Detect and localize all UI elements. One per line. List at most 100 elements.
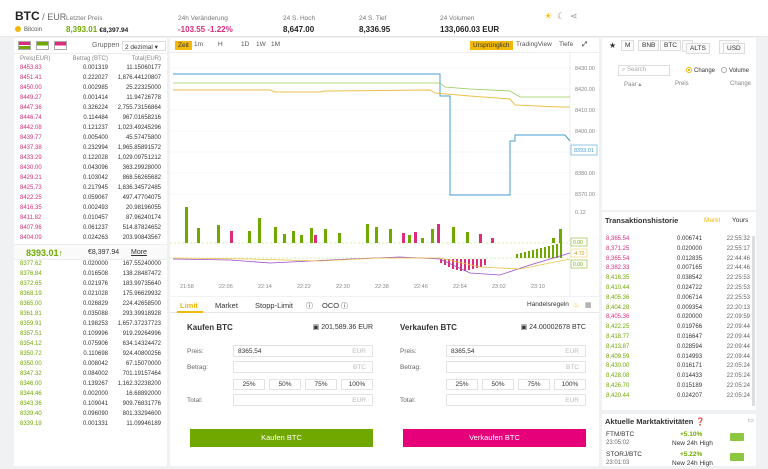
radio-volume[interactable]: Volume	[721, 67, 749, 74]
tab-trades-yours[interactable]: Yours	[732, 217, 748, 224]
orderbook-row[interactable]: 8422.25 0.059067 497.47704075	[14, 194, 167, 204]
trade-scrollbar[interactable]	[752, 236, 755, 406]
orderbook-row[interactable]: 8361.81 0.035088 293.39918928	[14, 310, 167, 320]
tab-usd[interactable]: USDⓢ ▾	[719, 40, 745, 54]
orderbook-row[interactable]: 8453.83 0.001319 11.15060177	[14, 64, 167, 74]
tab-bnb[interactable]: BNB	[638, 40, 660, 51]
pct-75[interactable]: 75%	[305, 379, 337, 390]
book-bids-icon[interactable]	[36, 41, 49, 50]
col-price[interactable]: Preis	[675, 81, 689, 87]
flame-icon[interactable]: ♨	[573, 301, 579, 309]
orderbook-row[interactable]: 8377.62 0.020000 167.55240000	[14, 260, 167, 270]
sell-total-input[interactable]: EUR	[446, 394, 586, 406]
interval-1d[interactable]: 1D	[241, 41, 249, 48]
sell-button[interactable]: Verkaufen BTC	[403, 429, 586, 447]
tab-alts[interactable]: ALTS ▾	[682, 40, 710, 54]
tab-btc[interactable]: BTC	[660, 40, 681, 51]
activity-row[interactable]: FTM/BTC 23:05:02 +5.10% New 24h High	[606, 429, 754, 449]
orderbook-row[interactable]: 8359.91 0.198253 1,657.37237723	[14, 320, 167, 330]
radio-change[interactable]: Change	[686, 67, 715, 74]
chart-svg[interactable]: 8430.00 8420.00 8410.00 8400.00 8380.00 …	[170, 53, 599, 296]
buy-total-input[interactable]: EUR	[233, 394, 373, 406]
orderbook-row[interactable]: 8354.12 0.075906 634.14324472	[14, 340, 167, 350]
time-button[interactable]: Zeit	[175, 41, 192, 50]
orderbook-row[interactable]: 8376.84 0.016508 138.28487472	[14, 270, 167, 280]
orderbook-row[interactable]: 8347.32 0.084002 701.19157464	[14, 370, 167, 380]
book-both-icon[interactable]	[18, 41, 31, 50]
collapse-icon[interactable]: ▭	[747, 416, 754, 424]
orderbook-row[interactable]: 8449.27 0.001414 11.94726778	[14, 94, 167, 104]
interval-1w[interactable]: 1W	[256, 41, 266, 48]
pct-100[interactable]: 100%	[341, 379, 373, 390]
orderbook-row[interactable]: 8339.40 0.096090 801.33294600	[14, 410, 167, 420]
info-icon[interactable]: ⓘ	[306, 301, 313, 311]
tab-stop-limit[interactable]: Stopp-Limit	[255, 301, 293, 310]
trade-history: Transaktionshistorie Markt Yours 8,365.5…	[602, 212, 756, 410]
book-asks-icon[interactable]	[54, 41, 67, 50]
orderbook-row[interactable]: 8446.74 0.114484 967.01658216	[14, 114, 167, 124]
view-depth[interactable]: Tiefe	[559, 41, 573, 48]
view-original[interactable]: Ursprünglich	[470, 41, 513, 50]
orderbook-row[interactable]: 8368.19 0.021028 175.96629932	[14, 290, 167, 300]
col-change[interactable]: Change	[730, 81, 751, 87]
pct-25[interactable]: 25%	[446, 379, 478, 390]
col-pair[interactable]: Paar ▴	[624, 81, 641, 88]
pct-100[interactable]: 100%	[554, 379, 586, 390]
activity-row[interactable]: STORJ/BTC 23:01:03 +5.22% New 24h High	[606, 449, 754, 469]
buy-price-input[interactable]: 8365,54 EUR	[233, 345, 373, 357]
help-icon[interactable]: ❓	[695, 417, 704, 426]
pct-25[interactable]: 25%	[233, 379, 265, 390]
interval-1m[interactable]: 1m	[194, 41, 203, 48]
orderbook-row[interactable]: 8425.73 0.217945 1,836.34572485	[14, 184, 167, 194]
orderbook-row[interactable]: 8350.00 0.008042 67.15070000	[14, 360, 167, 370]
orderbook-row[interactable]: 8372.65 0.021976 183.99735640	[14, 280, 167, 290]
pct-50[interactable]: 50%	[482, 379, 514, 390]
orderbook-row[interactable]: 8433.29 0.122028 1,029.09751212	[14, 154, 167, 164]
orderbook-row[interactable]: 8442.08 0.121237 1,023.49245296	[14, 124, 167, 134]
orderbook-row[interactable]: 8430.00 0.043096 363.29928000	[14, 164, 167, 174]
orderbook-row[interactable]: 8451.41 0.222027 1,876.44120807	[14, 74, 167, 84]
moon-icon[interactable]: ☾	[557, 11, 570, 21]
orderbook-row[interactable]: 8343.36 0.109041 909.76831776	[14, 400, 167, 410]
view-tradingview[interactable]: TradingView	[516, 41, 552, 48]
orderbook-row[interactable]: 8429.21 0.103042 868.56265682	[14, 174, 167, 184]
orderbook-row[interactable]: 8357.51 0.109996 919.29264996	[14, 330, 167, 340]
orderbook-row[interactable]: 8416.35 0.002493 20.98196055	[14, 204, 167, 214]
coin-link[interactable]: Bitcoin	[15, 26, 42, 33]
calculator-icon[interactable]: ▦	[585, 301, 592, 309]
market-search-input[interactable]: ⌕ Search	[618, 65, 670, 76]
sell-price-input[interactable]: 8365,54 EUR	[446, 345, 586, 357]
orderbook-row[interactable]: 8447.36 0.326224 2,755.73156864	[14, 104, 167, 114]
buy-amount-input[interactable]: BTC	[233, 361, 373, 373]
groups-select[interactable]: 2 dezimal ▾	[122, 41, 166, 51]
tab-margin[interactable]: M	[621, 40, 635, 51]
orderbook-row[interactable]: 8437.38 0.232994 1,965.85891572	[14, 144, 167, 154]
share-icon[interactable]: ⋖	[570, 11, 583, 21]
interval-h[interactable]: H	[218, 41, 223, 48]
fullscreen-icon[interactable]: ⤢	[582, 41, 587, 49]
pct-50[interactable]: 50%	[269, 379, 301, 390]
info-icon[interactable]: ⓘ	[341, 301, 348, 311]
tab-trades-market[interactable]: Markt	[704, 217, 720, 224]
tab-limit[interactable]: Limit	[180, 301, 198, 310]
orderbook-row[interactable]: 8450.00 0.002985 25.22325000	[14, 84, 167, 94]
sell-amount-input[interactable]: BTC	[446, 361, 586, 373]
orderbook-row[interactable]: 8339.19 0.001331 11.09946189	[14, 420, 167, 430]
star-icon[interactable]: ★	[606, 40, 619, 51]
tab-oco[interactable]: OCO	[322, 301, 339, 310]
sun-icon[interactable]: ☀	[544, 11, 557, 21]
orderbook-row[interactable]: 8407.96 0.061237 514.87824652	[14, 224, 167, 234]
orderbook-row[interactable]: 8411.82 0.010457 87.96240174	[14, 214, 167, 224]
orderbook-row[interactable]: 8404.09 0.024263 203.90843567	[14, 234, 167, 244]
orderbook-row[interactable]: 8344.46 0.002000 16.68892000	[14, 390, 167, 400]
orderbook-row[interactable]: 8365.00 0.026829 224.42658500	[14, 300, 167, 310]
orderbook-row[interactable]: 8350.72 0.110698 924.40800256	[14, 350, 167, 360]
orderbook-row[interactable]: 8439.77 0.005400 45.57475800	[14, 134, 167, 144]
more-link[interactable]: More	[131, 249, 147, 256]
interval-1m-month[interactable]: 1M	[271, 41, 280, 48]
tab-market[interactable]: Market	[215, 301, 238, 310]
buy-button[interactable]: Kaufen BTC	[190, 429, 373, 447]
orderbook-row[interactable]: 8346.00 0.139267 1,162.32238200	[14, 380, 167, 390]
trading-rules-link[interactable]: Handelsregeln	[527, 301, 569, 308]
pct-75[interactable]: 75%	[518, 379, 550, 390]
